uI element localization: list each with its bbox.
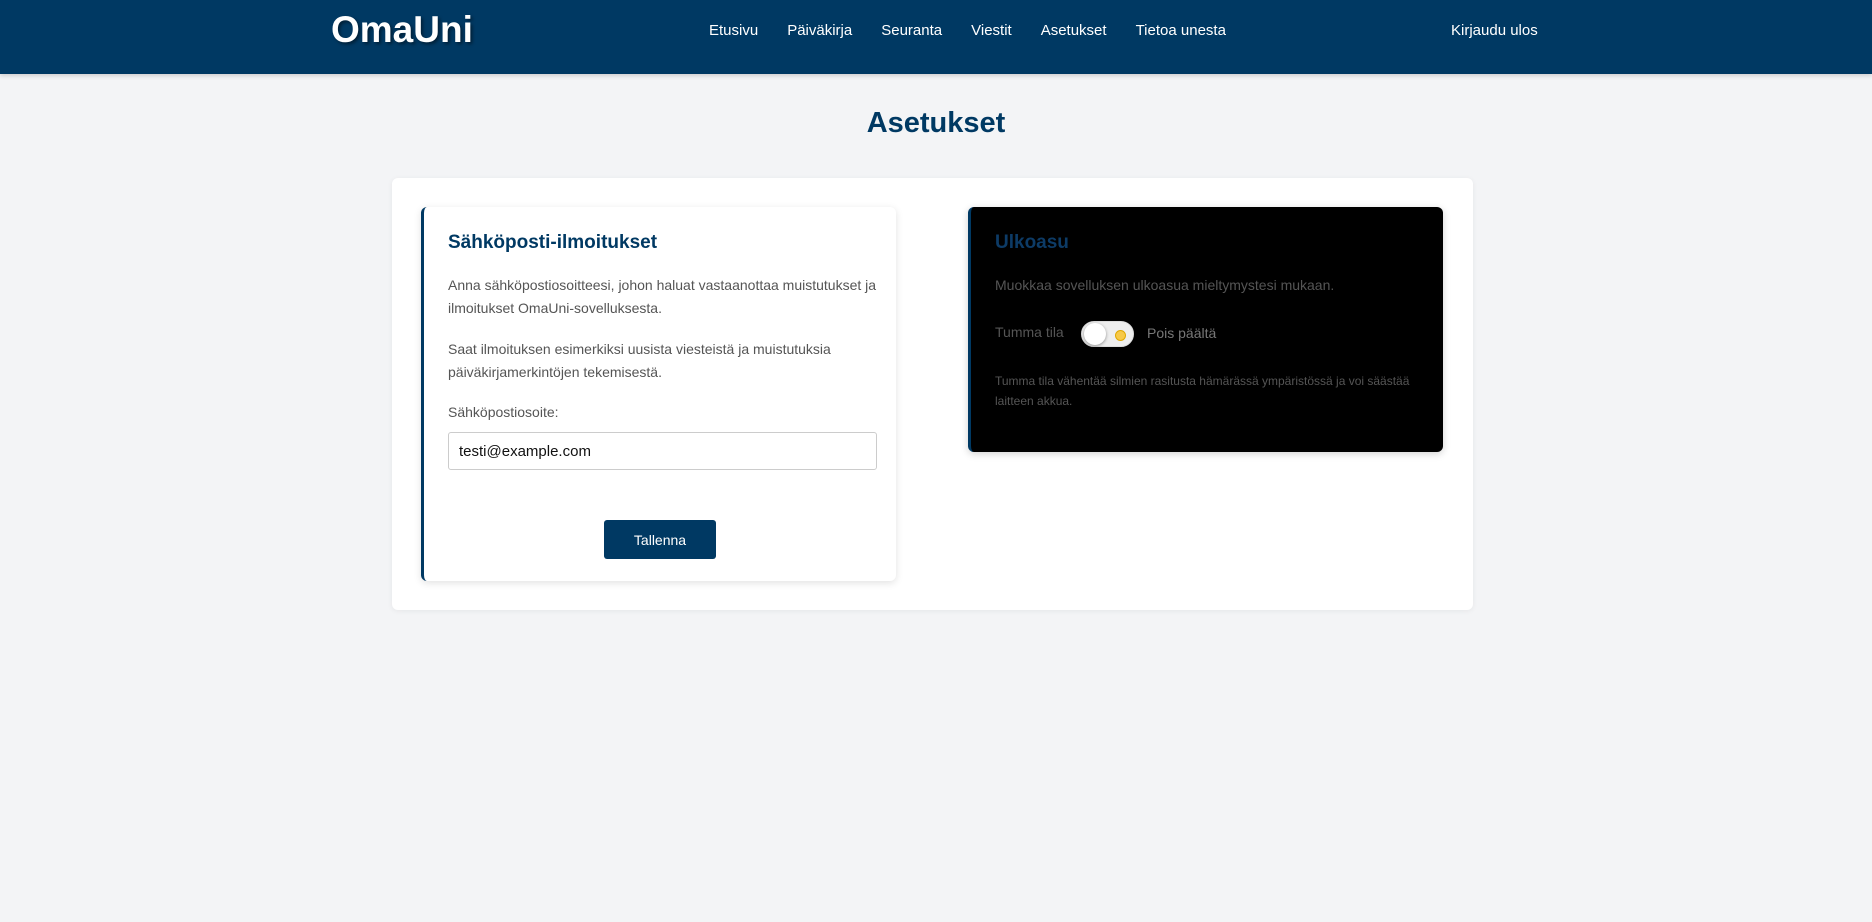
dark-mode-state: Pois päältä — [1147, 325, 1217, 341]
email-notifications-card: Sähköposti-ilmoitukset Anna sähköpostios… — [421, 207, 896, 581]
nav-link-etusivu[interactable]: Etusivu — [709, 22, 758, 40]
toggle-knob — [1084, 323, 1106, 345]
appearance-card: Ulkoasu Muokkaa sovelluksen ulkoasua mie… — [968, 207, 1443, 452]
sun-icon — [1115, 330, 1126, 341]
nav-link-asetukset[interactable]: Asetukset — [1041, 22, 1107, 40]
app-logo[interactable]: OmaUni — [331, 10, 473, 50]
nav-link-seuranta[interactable]: Seuranta — [881, 22, 942, 40]
appearance-card-title: Ulkoasu — [995, 232, 1069, 253]
logout-link[interactable]: Kirjaudu ulos — [1451, 22, 1538, 40]
dark-mode-label: Tumma tila — [995, 324, 1064, 340]
page-title: Asetukset — [866, 107, 1006, 139]
save-button[interactable]: Tallenna — [604, 520, 716, 559]
email-card-description: Anna sähköpostiosoitteesi, johon haluat … — [448, 277, 877, 316]
appearance-card-description: Muokkaa sovelluksen ulkoasua mieltymyste… — [995, 277, 1335, 293]
dark-mode-note: Tumma tila vähentää silmien rasitusta hä… — [995, 374, 1410, 408]
email-field-label: Sähköpostiosoite: — [448, 404, 559, 420]
nav-link-paivakirja[interactable]: Päiväkirja — [787, 22, 852, 40]
top-navigation-bar: OmaUni Etusivu Päiväkirja Seuranta Viest… — [0, 0, 1872, 74]
nav-link-viestit[interactable]: Viestit — [971, 22, 1012, 40]
main-nav: Etusivu Päiväkirja Seuranta Viestit Aset… — [709, 22, 1255, 40]
nav-link-tietoa-unesta[interactable]: Tietoa unesta — [1136, 22, 1226, 40]
email-card-info: Saat ilmoituksen esimerkiksi uusista vie… — [448, 341, 831, 380]
dark-mode-toggle[interactable] — [1081, 321, 1134, 347]
email-field[interactable] — [448, 432, 877, 470]
email-card-title: Sähköposti-ilmoitukset — [448, 232, 658, 253]
